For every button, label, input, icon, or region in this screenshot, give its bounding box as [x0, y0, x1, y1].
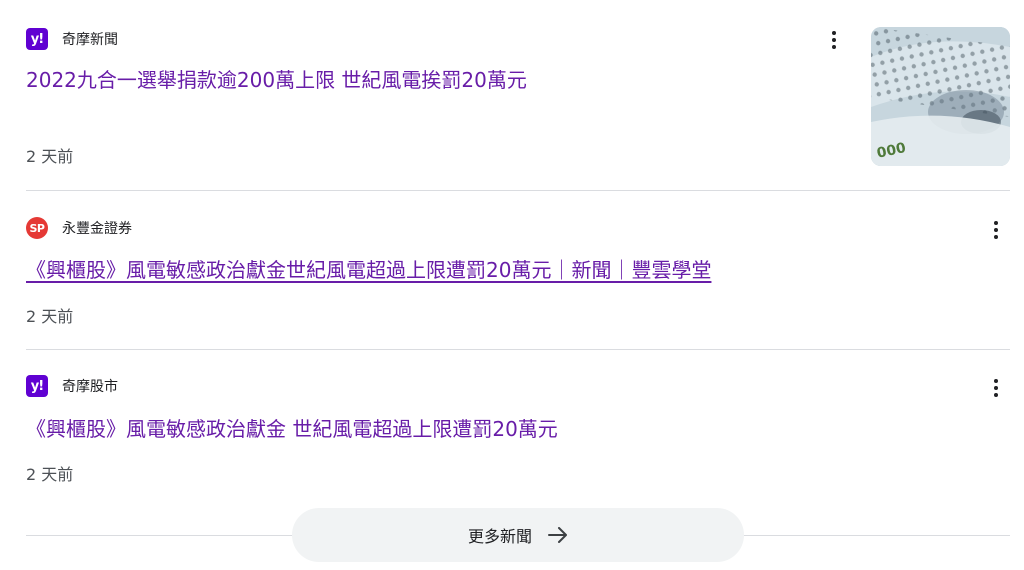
sinopac-logo: SP [26, 217, 48, 239]
news-headline-link[interactable]: 《興櫃股》風電敏感政治獻金 世紀風電超過上限遭罰20萬元 [26, 416, 558, 442]
arrow-right-icon [548, 527, 568, 543]
yahoo-logo: y! [26, 375, 48, 397]
news-source: SP 永豐金證券 [26, 216, 132, 240]
news-item[interactable]: y! 奇摩股市 《興櫃股》風電敏感政治獻金 世紀風電超過上限遭罰20萬元 2 天… [26, 350, 1010, 500]
more-news-label: 更多新聞 [467, 527, 532, 546]
news-headline-link[interactable]: 2022九合一選舉捐款逾200萬上限 世紀風電挨罰20萬元 [26, 67, 527, 93]
news-headline-link[interactable]: 《興櫃股》風電敏感政治獻金世紀風電超過上限遭罰20萬元｜新聞｜豐雲學堂 [26, 257, 711, 283]
news-item[interactable]: SP 永豐金證券 《興櫃股》風電敏感政治獻金世紀風電超過上限遭罰20萬元｜新聞｜… [26, 191, 1010, 349]
more-options-icon[interactable] [822, 28, 846, 52]
source-name: 奇摩股市 [62, 379, 118, 395]
news-timestamp: 2 天前 [26, 465, 74, 484]
news-source: y! 奇摩股市 [26, 374, 118, 398]
news-timestamp: 2 天前 [26, 307, 74, 326]
more-options-icon[interactable] [984, 376, 1008, 400]
source-name: 奇摩新聞 [62, 32, 118, 48]
news-source: y! 奇摩新聞 [26, 27, 118, 51]
yahoo-logo: y! [26, 28, 48, 50]
more-news-button[interactable]: 更多新聞 [292, 508, 744, 562]
news-timestamp: 2 天前 [26, 147, 74, 166]
banknote-thumbnail[interactable]: 000 [871, 27, 1010, 166]
more-options-icon[interactable] [984, 218, 1008, 242]
news-item[interactable]: y! 奇摩新聞 2022九合一選舉捐款逾200萬上限 世紀風電挨罰20萬元 2 … [26, 0, 1010, 190]
source-name: 永豐金證券 [62, 221, 132, 237]
